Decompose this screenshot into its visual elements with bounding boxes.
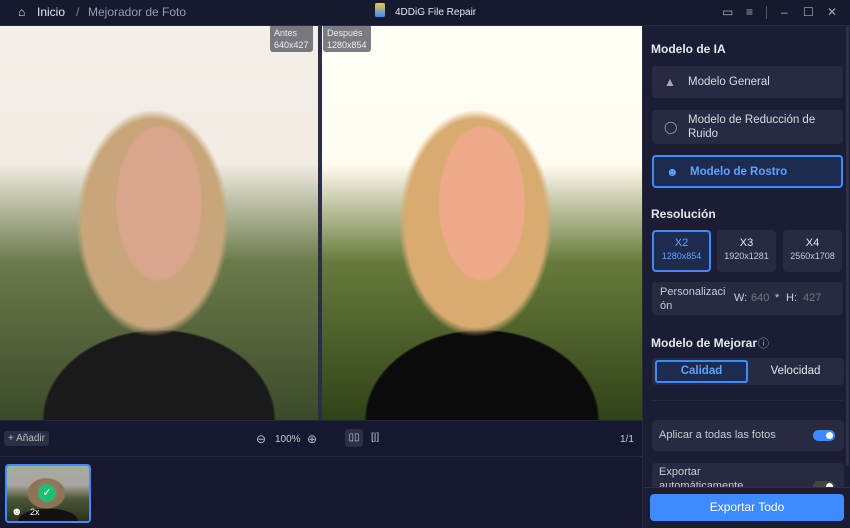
resolution-title: Resolución (651, 207, 716, 221)
feedback-icon[interactable]: ▭ (722, 5, 733, 19)
model-label: Modelo de Reducción de Ruido (688, 114, 816, 140)
model-face-button[interactable]: ☻ Modelo de Rostro (652, 155, 843, 188)
app-title: 4DDiG File Repair (395, 7, 477, 18)
apply-all-label: Aplicar a todas las fotos (659, 429, 776, 441)
resolution-x2[interactable]: X2 1280x854 (652, 230, 711, 272)
scrollbar[interactable] (846, 26, 849, 466)
enhance-mode-toggle: Calidad Velocidad (652, 358, 844, 385)
thumbnail-scale: 2x (30, 507, 40, 517)
apply-all-toggle[interactable] (813, 430, 835, 441)
res-label: X4 (805, 237, 820, 249)
height-input[interactable]: 427 (803, 292, 821, 304)
thumbnail[interactable]: ✓ ☻ 2x (5, 464, 91, 523)
ai-model-title: Modelo de IA (651, 42, 726, 56)
divider (766, 6, 767, 19)
settings-panel: Modelo de IA ▲ Modelo General ◯ Modelo de … (642, 26, 850, 528)
breadcrumb-home[interactable]: Inicio (37, 5, 65, 19)
maximize-icon[interactable]: ☐ (803, 5, 814, 19)
minimize-icon[interactable]: – (781, 5, 788, 19)
mode-quality[interactable]: Calidad (655, 360, 748, 383)
res-size: 2560x1708 (790, 251, 835, 261)
face-icon: ☻ (11, 506, 23, 518)
before-size: 640x427 (274, 40, 309, 50)
menu-icon[interactable]: ≡ (746, 5, 753, 19)
res-label: X2 (674, 237, 689, 249)
close-icon[interactable]: ✕ (827, 5, 837, 19)
before-tag: Antes 640x427 (270, 26, 313, 52)
preview-toolbar: + Añadir ⊖ 100% ⊕ ▯▯ [|] 1/1 (0, 420, 642, 457)
enhance-model-title: Modelo de Mejorar (651, 336, 758, 350)
landscape-icon: ▲ (664, 75, 676, 89)
model-general-button[interactable]: ▲ Modelo General (652, 66, 843, 98)
zoom-level: 100% (275, 434, 301, 445)
noise-icon: ◯ (664, 120, 678, 134)
res-size: 1920x1281 (724, 251, 769, 261)
after-size: 1280x854 (327, 40, 367, 50)
resolution-x4[interactable]: X4 2560x1708 (783, 230, 842, 272)
after-label: Después (327, 28, 363, 38)
times-sign: * (775, 292, 780, 304)
breadcrumb-separator: / (76, 5, 80, 19)
auto-export-row: Exportar automáticamente (652, 463, 844, 487)
resolution-x3[interactable]: X3 1920x1281 (717, 230, 776, 272)
divider (651, 400, 843, 401)
res-label: X3 (739, 237, 754, 249)
side-by-side-view-icon[interactable]: ▯▯ (345, 429, 363, 447)
model-label: Modelo General (688, 76, 770, 88)
auto-export-label: Exportar automáticamente (659, 466, 744, 487)
custom-resolution[interactable]: Personalización W: 640 * H: 427 (652, 282, 843, 315)
model-noise-button[interactable]: ◯ Modelo de Reducción de Ruido (652, 110, 843, 144)
check-icon: ✓ (38, 484, 56, 502)
model-label: Modelo de Rostro (690, 165, 788, 178)
mode-speed[interactable]: Velocidad (749, 360, 842, 383)
home-icon[interactable]: ⌂ (18, 5, 25, 19)
width-label: W: (734, 292, 748, 304)
app-logo-icon (375, 3, 385, 17)
custom-label: Personalización (660, 286, 726, 312)
zoom-in-icon[interactable]: ⊕ (307, 432, 317, 446)
res-size: 1280x854 (661, 251, 702, 261)
after-tag: Después 1280x854 (323, 26, 371, 52)
add-button[interactable]: + Añadir (4, 431, 49, 446)
export-all-button[interactable]: Exportar Todo (650, 494, 844, 521)
face-icon: ☻ (666, 164, 679, 179)
apply-all-row: Aplicar a todas las fotos (652, 420, 844, 451)
info-icon[interactable]: ⓘ (758, 335, 769, 351)
zoom-out-icon[interactable]: ⊖ (256, 432, 266, 446)
page-counter: 1/1 (620, 434, 634, 445)
breadcrumb-page: Mejorador de Foto (88, 5, 187, 19)
footer: Exportar Todo (643, 487, 850, 528)
after-image (322, 26, 642, 420)
title-bar: ⌂ Inicio / Mejorador de Foto 4DDiG File … (0, 0, 850, 26)
split-view-icon[interactable]: [|] (371, 432, 379, 443)
before-label: Antes (274, 28, 298, 38)
height-label: H: (786, 292, 797, 304)
width-input[interactable]: 640 (751, 292, 769, 304)
compare-divider[interactable] (318, 26, 322, 420)
before-image (0, 26, 318, 420)
